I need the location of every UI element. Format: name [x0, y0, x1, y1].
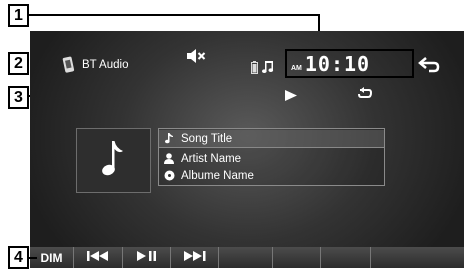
battery-icon — [251, 61, 258, 79]
empty-function-slot[interactable] — [273, 247, 321, 268]
next-track-button[interactable] — [171, 247, 219, 268]
callout-2: 2 — [8, 52, 29, 75]
person-icon — [159, 153, 179, 164]
callout-3: 3 — [8, 86, 29, 109]
clock-ampm: AM — [291, 65, 302, 72]
music-note-icon — [99, 138, 129, 183]
music-note-icon — [262, 60, 274, 79]
album-row: Albume Name — [159, 167, 254, 184]
head-unit-screen: BT Audio AM 10:10 Song Title Artist Name… — [30, 31, 464, 268]
empty-function-slot[interactable] — [219, 247, 273, 268]
play-pause-icon — [136, 251, 157, 264]
album-name: Albume Name — [181, 169, 254, 182]
speaker-mute-icon[interactable] — [186, 49, 206, 68]
callout-1-leader — [29, 14, 319, 16]
play-icon — [285, 88, 297, 106]
clock-time: 10:10 — [304, 52, 371, 76]
callout-4: 4 — [8, 246, 29, 269]
source-label: BT Audio — [82, 59, 129, 71]
back-arrow-icon[interactable] — [417, 55, 441, 78]
bluetooth-phone-icon — [62, 55, 76, 75]
disc-icon — [159, 170, 179, 181]
song-title-row: Song Title — [159, 130, 384, 148]
play-pause-button[interactable] — [123, 247, 171, 268]
empty-function-slot[interactable] — [371, 247, 464, 268]
callout-4-leader — [29, 257, 37, 259]
album-art — [76, 128, 151, 193]
previous-track-button[interactable] — [74, 247, 123, 268]
next-track-icon — [183, 251, 206, 264]
song-title: Song Title — [181, 132, 233, 145]
artist-row: Artist Name — [159, 150, 241, 167]
clock-display[interactable]: AM 10:10 — [285, 49, 414, 78]
repeat-icon[interactable] — [357, 86, 373, 104]
callout-1: 1 — [8, 4, 29, 27]
track-info-panel[interactable]: Song Title Artist Name Albume Name — [158, 128, 385, 186]
source-indicator[interactable]: BT Audio — [62, 55, 128, 75]
music-note-icon — [159, 133, 179, 144]
empty-function-slot[interactable] — [321, 247, 371, 268]
function-bar: DIM — [30, 247, 464, 268]
previous-track-icon — [87, 251, 109, 264]
dim-label: DIM — [40, 250, 63, 265]
artist-name: Artist Name — [181, 152, 242, 165]
